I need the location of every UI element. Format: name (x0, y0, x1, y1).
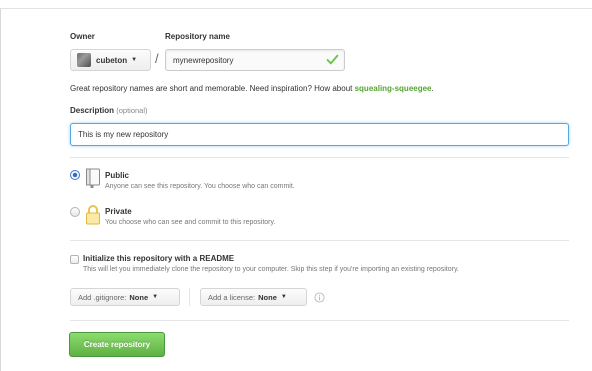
caret-down-icon: ▼ (280, 294, 287, 300)
readme-option-title: Initialize this repository with a README (83, 254, 235, 263)
repository-name-input[interactable] (165, 49, 345, 71)
private-option-description: You choose who can see and commit to thi… (105, 219, 276, 226)
optional-tag: (optional) (116, 106, 148, 115)
owner-repo-separator: / (155, 51, 159, 66)
license-dropdown[interactable]: Add a license: None ▼ (200, 288, 307, 306)
private-option-title: Private (105, 207, 132, 216)
name-inspiration-hint: Great repository names are short and mem… (70, 84, 434, 93)
owner-dropdown[interactable]: cubeton ▼ (70, 49, 151, 71)
divider (70, 157, 569, 158)
description-label: Description (optional) (70, 106, 148, 115)
create-repository-button[interactable]: Create repository (69, 332, 165, 357)
repository-name-label: Repository name (165, 32, 230, 41)
public-option-title: Public (105, 171, 130, 180)
private-radio[interactable] (70, 207, 80, 217)
public-radio[interactable] (70, 170, 80, 180)
readme-option-description: This will let you immediately clone the … (83, 266, 459, 273)
vertical-divider (189, 288, 190, 306)
check-icon (326, 54, 339, 65)
info-icon[interactable] (314, 292, 325, 303)
owner-name: cubeton (96, 55, 128, 65)
public-option-description: Anyone can see this repository. You choo… (105, 183, 295, 190)
gitignore-value: None (129, 292, 149, 302)
caret-down-icon: ▼ (152, 294, 159, 300)
suggested-name-link[interactable]: squealing-squeegee (355, 84, 432, 93)
divider (70, 320, 569, 321)
divider (70, 240, 569, 241)
readme-checkbox[interactable] (70, 255, 79, 264)
repo-icon (86, 168, 100, 188)
gitignore-dropdown[interactable]: Add .gitignore: None ▼ (70, 288, 180, 306)
license-value: None (258, 292, 277, 302)
description-input[interactable] (70, 123, 569, 146)
caret-down-icon: ▼ (131, 57, 138, 63)
avatar (77, 53, 91, 67)
lock-icon (86, 205, 100, 225)
owner-label: Owner (70, 32, 95, 41)
